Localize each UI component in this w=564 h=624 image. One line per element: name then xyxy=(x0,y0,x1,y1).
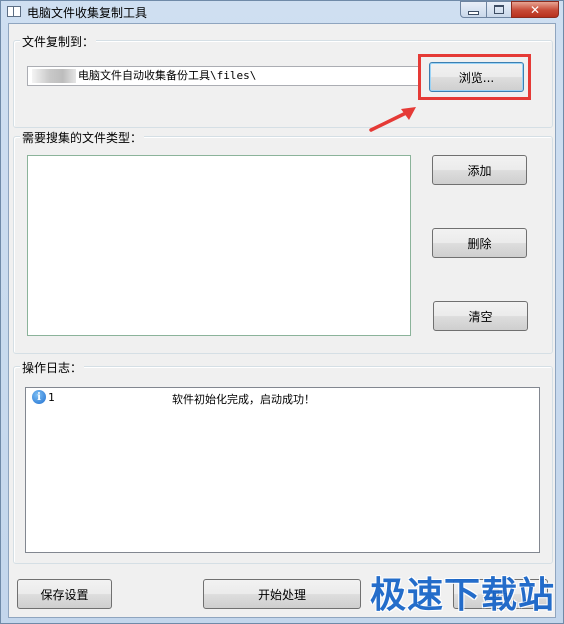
file-types-list[interactable] xyxy=(27,155,411,336)
book-icon xyxy=(7,6,21,17)
log-entry-message: 软件初始化完成，启动成功！ xyxy=(172,393,315,406)
window-title: 电脑文件收集复制工具 xyxy=(27,6,148,20)
save-settings-button[interactable]: 保存设置 xyxy=(17,579,112,609)
copy-to-label: 文件复制到： xyxy=(20,33,97,50)
browse-highlight-box xyxy=(418,54,531,100)
add-button[interactable]: 添加 xyxy=(432,155,527,185)
maximize-button[interactable] xyxy=(486,1,512,18)
clear-button[interactable]: 清空 xyxy=(433,301,528,331)
destination-path-text: 电脑文件自动收集备份工具\files\ xyxy=(78,69,257,82)
site-watermark: 极速下载站 xyxy=(370,575,556,616)
destination-path-field[interactable]: 电脑文件自动收集备份工具\files\ xyxy=(27,66,421,86)
log-entry: i 1 软件初始化完成，启动成功！ xyxy=(32,390,532,406)
close-button[interactable]: ✕ xyxy=(511,1,559,18)
title-bar[interactable]: 电脑文件收集复制工具 ✕ xyxy=(1,1,563,23)
file-types-label: 需要搜集的文件类型： xyxy=(20,129,145,146)
close-icon: ✕ xyxy=(529,2,541,17)
client-area: 文件复制到： 电脑文件自动收集备份工具\files\ 浏览... 需要搜集的文件… xyxy=(8,23,556,618)
minimize-button[interactable] xyxy=(460,1,487,18)
minimize-icon xyxy=(468,10,479,15)
log-entry-id: 1 xyxy=(48,391,55,404)
maximize-icon xyxy=(494,5,504,14)
pointer-arrow-icon xyxy=(369,107,416,132)
info-icon: i xyxy=(32,390,46,404)
delete-button[interactable]: 删除 xyxy=(432,228,527,258)
start-processing-button[interactable]: 开始处理 xyxy=(203,579,361,609)
log-label: 操作日志： xyxy=(20,359,85,376)
redacted-path-prefix xyxy=(32,69,76,83)
log-list[interactable]: i 1 软件初始化完成，启动成功！ xyxy=(25,387,540,553)
